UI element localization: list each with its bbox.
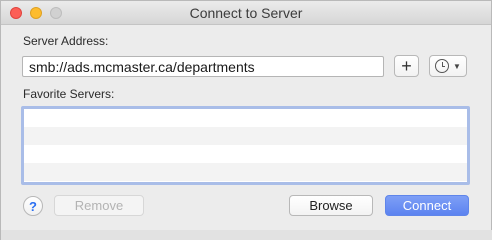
- list-row: [24, 163, 467, 181]
- server-address-input[interactable]: [22, 56, 384, 77]
- clock-icon: [435, 59, 450, 73]
- question-mark-icon: ?: [29, 198, 37, 214]
- list-row: [24, 109, 467, 127]
- add-favorite-button[interactable]: +: [394, 55, 419, 77]
- browse-button[interactable]: Browse: [289, 195, 373, 216]
- list-row: [24, 145, 467, 163]
- connect-button[interactable]: Connect: [385, 195, 469, 216]
- window-title: Connect to Server: [189, 5, 303, 21]
- favorite-servers-label: Favorite Servers:: [23, 87, 115, 101]
- server-address-label: Server Address:: [23, 34, 109, 48]
- help-button[interactable]: ?: [23, 196, 43, 216]
- remove-button[interactable]: Remove: [54, 195, 144, 216]
- window-bottom-edge: [1, 230, 492, 240]
- recent-servers-button[interactable]: ▼: [429, 55, 467, 77]
- list-row: [24, 127, 467, 145]
- plus-icon: +: [401, 56, 412, 76]
- chevron-down-icon: ▼: [453, 61, 461, 71]
- connect-to-server-window: Connect to Server Server Address: + ▼ Fa…: [0, 0, 492, 240]
- title-bar: Connect to Server: [1, 1, 491, 25]
- favorite-servers-list[interactable]: [21, 106, 470, 185]
